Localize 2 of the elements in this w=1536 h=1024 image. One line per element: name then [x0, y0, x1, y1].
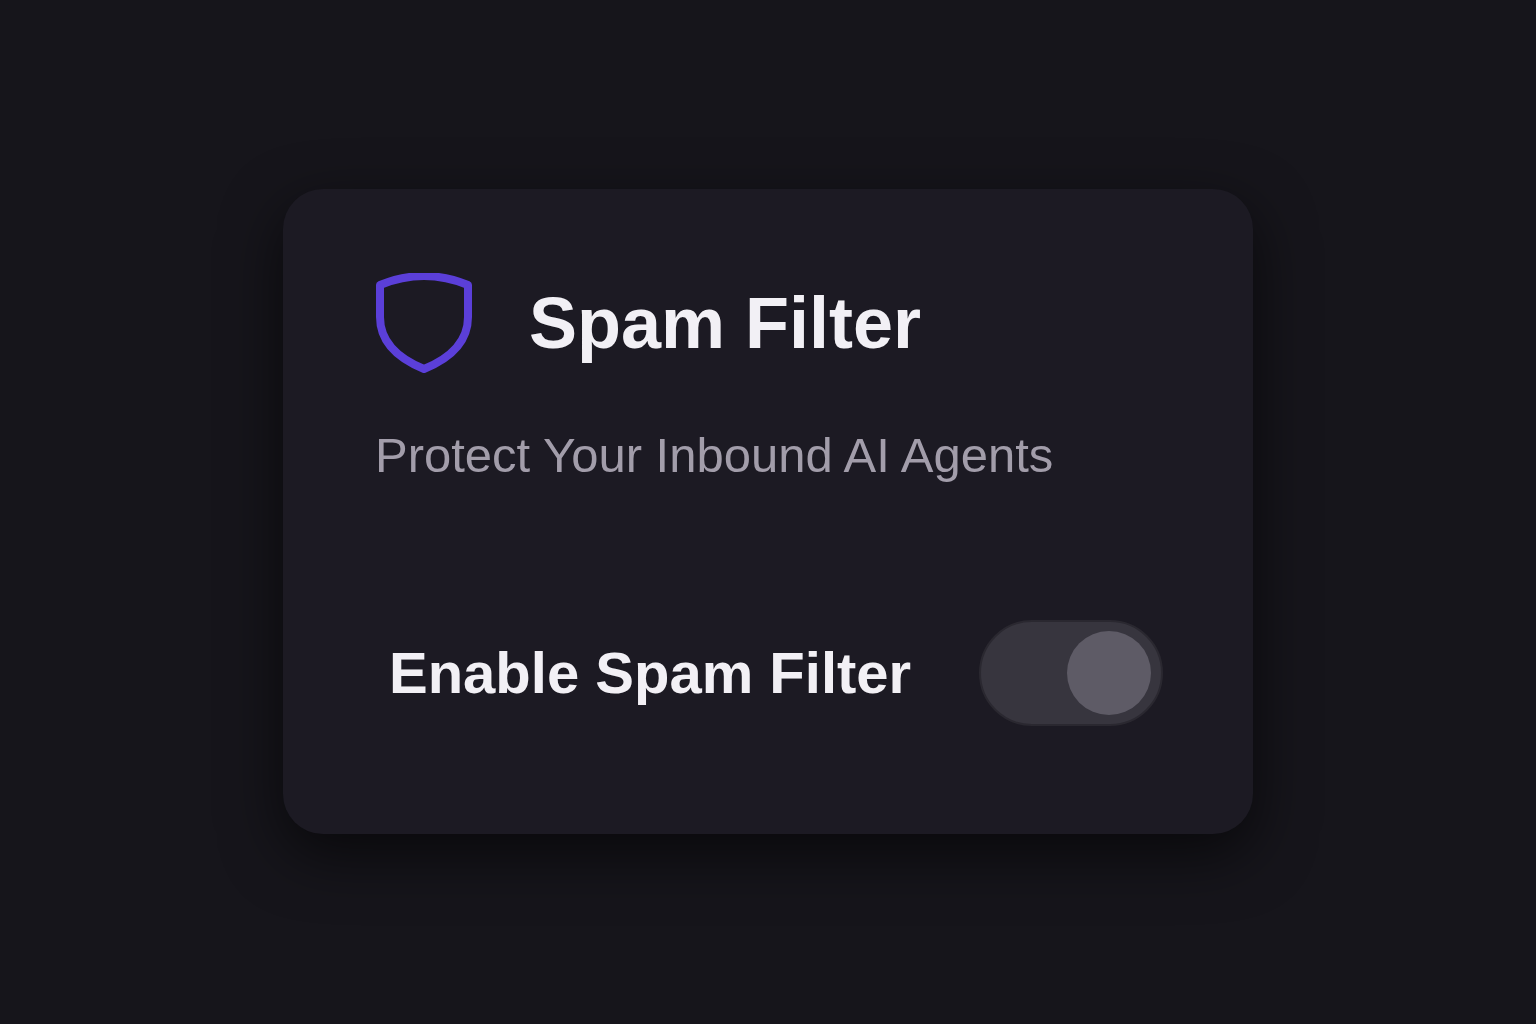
shield-icon — [375, 272, 473, 373]
card-subtitle: Protect Your Inbound AI Agents — [375, 430, 1055, 480]
